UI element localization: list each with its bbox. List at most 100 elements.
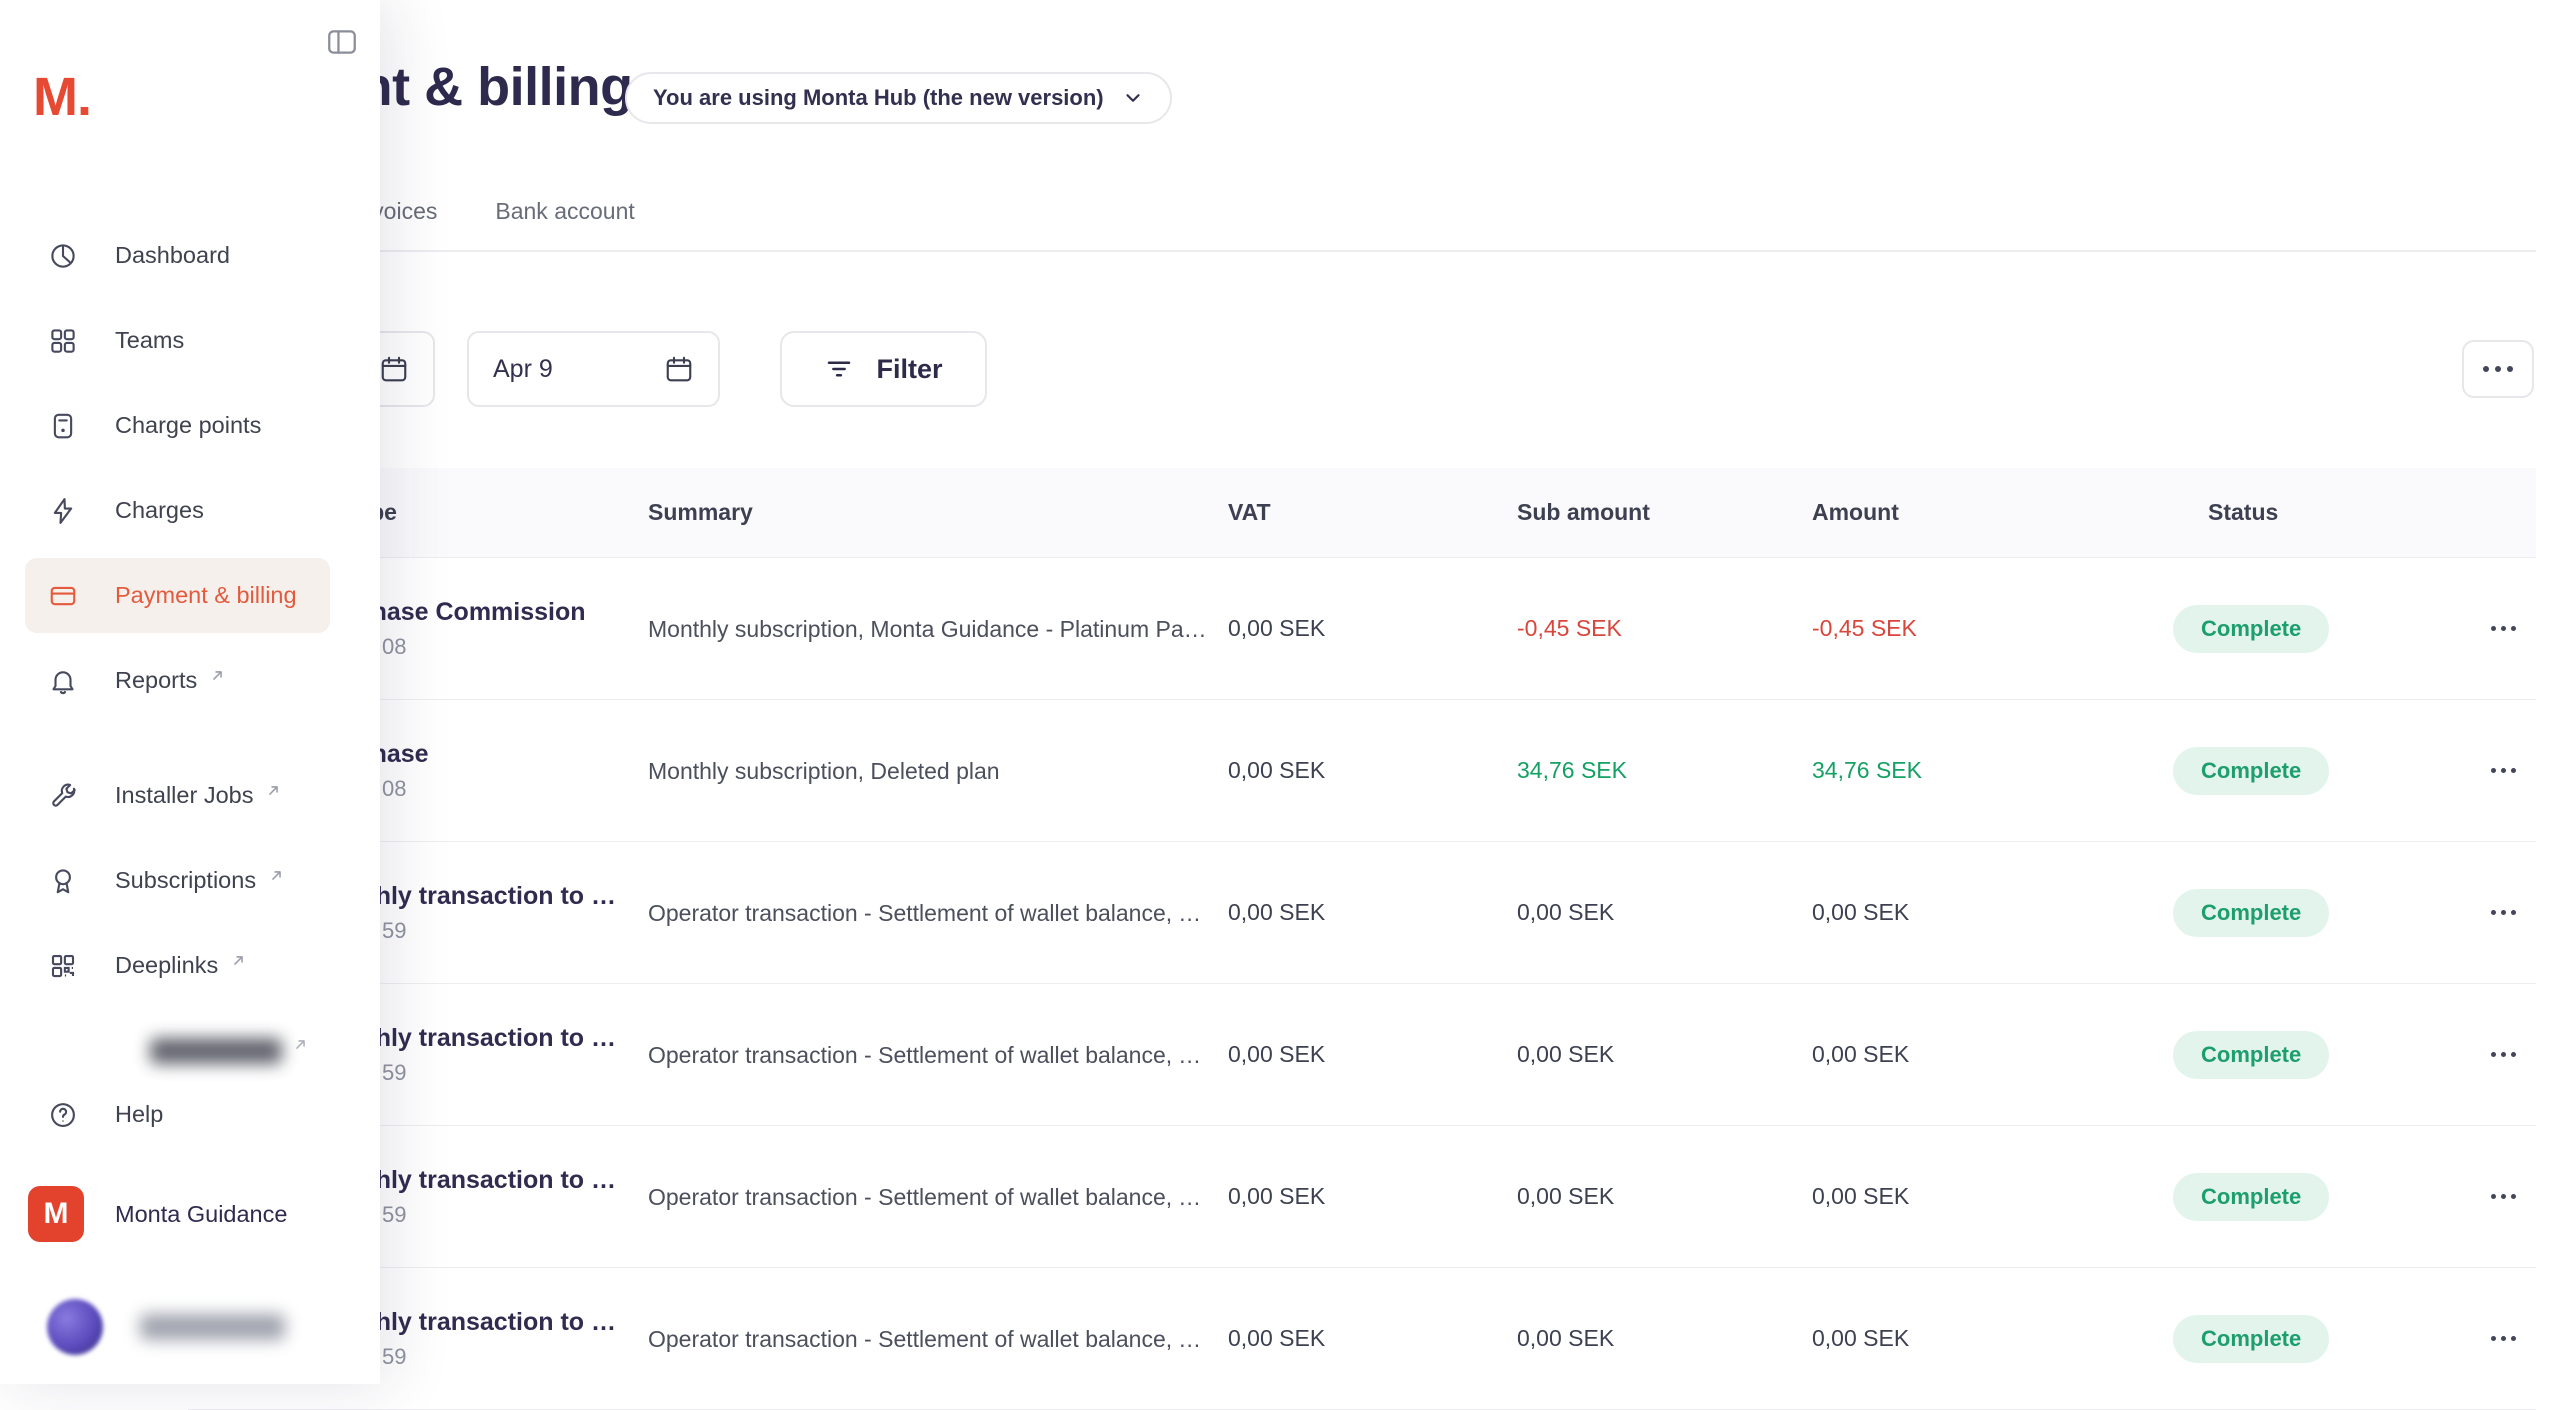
row-amount: 0,00 SEK — [1812, 1126, 1909, 1267]
charges-icon — [48, 496, 78, 526]
column-header-vat: VAT — [1228, 468, 1271, 557]
table-row[interactable]: Monthly transaction to opera… 59 Operato… — [188, 842, 2536, 984]
filter-button[interactable]: Filter — [780, 331, 987, 407]
row-sub-amount: -0,45 SEK — [1517, 558, 1622, 699]
external-link-icon — [268, 867, 285, 884]
version-banner-dropdown[interactable]: You are using Monta Hub (the new version… — [625, 72, 1172, 124]
status-badge: Complete — [2173, 1315, 2329, 1363]
sidebar-item-teams[interactable]: Teams — [0, 298, 380, 383]
help-icon — [48, 1100, 78, 1130]
tab-bar: Invoices Bank account — [188, 184, 2536, 252]
row-status-cell: Complete — [2173, 1126, 2329, 1267]
row-menu-button[interactable] — [2473, 1126, 2533, 1267]
qr-code-icon — [48, 951, 78, 981]
row-amount: 0,00 SEK — [1812, 984, 1909, 1125]
table-more-actions-button[interactable] — [2462, 340, 2534, 398]
sidebar-item-subscriptions[interactable]: Subscriptions — [0, 838, 380, 923]
sidebar-item-label: Reports — [115, 667, 197, 694]
user-profile[interactable] — [47, 1299, 285, 1355]
row-amount: 0,00 SEK — [1812, 1268, 1909, 1409]
row-status-cell: Complete — [2173, 842, 2329, 983]
row-sub-amount: 0,00 SEK — [1517, 842, 1614, 983]
row-status-cell: Complete — [2173, 558, 2329, 699]
sidebar-item-dashboard[interactable]: Dashboard — [0, 213, 380, 298]
status-badge: Complete — [2173, 1031, 2329, 1079]
row-summary: Monthly subscription, Deleted plan — [648, 700, 1208, 841]
row-time: 59 — [382, 1202, 406, 1228]
monta-guidance-logo: M — [28, 1186, 84, 1242]
calendar-icon — [664, 354, 694, 384]
medal-icon — [48, 866, 78, 896]
row-status-cell: Complete — [2173, 700, 2329, 841]
ellipsis-icon — [2491, 1052, 2516, 1057]
table-row[interactable]: Monthly transaction to opera… 59 Operato… — [188, 984, 2536, 1126]
sidebar-item-reports[interactable]: Reports — [0, 638, 380, 723]
sidebar-item-label: Deeplinks — [115, 952, 218, 979]
sidebar-item-redacted[interactable] — [150, 1038, 282, 1064]
ellipsis-icon — [2483, 366, 2513, 372]
sidebar-item-payment-billing[interactable]: Payment & billing — [0, 553, 380, 638]
row-menu-button[interactable] — [2473, 984, 2533, 1125]
table-row[interactable]: Monthly transaction to opera… 59 Operato… — [188, 1268, 2536, 1410]
status-badge: Complete — [2173, 747, 2329, 795]
row-summary: Monthly subscription, Monta Guidance - P… — [648, 558, 1208, 699]
status-badge: Complete — [2173, 605, 2329, 653]
ellipsis-icon — [2491, 910, 2516, 915]
external-link-icon — [230, 952, 247, 969]
status-badge: Complete — [2173, 1173, 2329, 1221]
row-status-cell: Complete — [2173, 1268, 2329, 1409]
row-menu-button[interactable] — [2473, 842, 2533, 983]
filter-button-label: Filter — [876, 354, 942, 385]
row-status-cell: Complete — [2173, 984, 2329, 1125]
row-time: 08 — [382, 776, 406, 802]
tab-bank-account[interactable]: Bank account — [495, 184, 634, 250]
monta-guidance-label: Monta Guidance — [115, 1201, 287, 1228]
table-row[interactable]: Monthly transaction to opera… 59 Operato… — [188, 1126, 2536, 1268]
column-header-summary: Summary — [648, 468, 753, 557]
row-menu-button[interactable] — [2473, 1268, 2533, 1409]
user-name-redacted — [140, 1314, 285, 1340]
table-header-row: Type Summary VAT Sub amount Amount Statu… — [188, 468, 2536, 558]
row-vat: 0,00 SEK — [1228, 984, 1325, 1125]
sidebar-item-label: Help — [115, 1101, 163, 1128]
table-row[interactable]: Purchase 08 Monthly subscription, Delete… — [188, 700, 2536, 842]
row-vat: 0,00 SEK — [1228, 1268, 1325, 1409]
external-link-icon — [292, 1036, 309, 1053]
sidebar-item-charges[interactable]: Charges — [0, 468, 380, 553]
calendar-icon — [379, 354, 409, 384]
filter-toolbar: Apr 9 Filter — [188, 331, 2536, 407]
sidebar-item-help[interactable]: Help — [0, 1072, 380, 1157]
row-vat: 0,00 SEK — [1228, 842, 1325, 983]
teams-icon — [48, 326, 78, 356]
sidebar-nav-primary: Dashboard Teams Charge points Charges — [0, 213, 380, 723]
ellipsis-icon — [2491, 626, 2516, 631]
row-summary: Operator transaction - Settlement of wal… — [648, 1268, 1208, 1409]
sidebar-item-monta-guidance[interactable]: M Monta Guidance — [28, 1186, 287, 1242]
wrench-icon — [48, 781, 78, 811]
sidebar-collapse-button[interactable] — [322, 22, 362, 62]
row-time: 08 — [382, 634, 406, 660]
table-row[interactable]: Purchase Commission 08 Monthly subscript… — [188, 558, 2536, 700]
sidebar-item-charge-points[interactable]: Charge points — [0, 383, 380, 468]
row-summary: Operator transaction - Settlement of wal… — [648, 842, 1208, 983]
monta-logo: M. — [33, 66, 91, 128]
sidebar-item-label: Installer Jobs — [115, 782, 253, 809]
ellipsis-icon — [2491, 1336, 2516, 1341]
avatar — [47, 1299, 103, 1355]
ellipsis-icon — [2491, 768, 2516, 773]
row-menu-button[interactable] — [2473, 558, 2533, 699]
charge-points-icon — [48, 411, 78, 441]
version-banner-label: You are using Monta Hub (the new version… — [653, 85, 1104, 111]
column-header-status: Status — [2208, 468, 2278, 557]
row-time: 59 — [382, 1060, 406, 1086]
sidebar-nav-secondary: Installer Jobs Subscriptions Deeplinks — [0, 753, 380, 1008]
sidebar-item-deeplinks[interactable]: Deeplinks — [0, 923, 380, 1008]
row-sub-amount: 0,00 SEK — [1517, 1268, 1614, 1409]
row-amount: 34,76 SEK — [1812, 700, 1922, 841]
sidebar-item-label: Charge points — [115, 412, 261, 439]
end-date-input[interactable]: Apr 9 — [467, 331, 720, 407]
reports-icon — [48, 666, 78, 696]
sidebar: M. Dashboard Teams Charge points — [0, 0, 380, 1384]
sidebar-item-installer-jobs[interactable]: Installer Jobs — [0, 753, 380, 838]
row-menu-button[interactable] — [2473, 700, 2533, 841]
